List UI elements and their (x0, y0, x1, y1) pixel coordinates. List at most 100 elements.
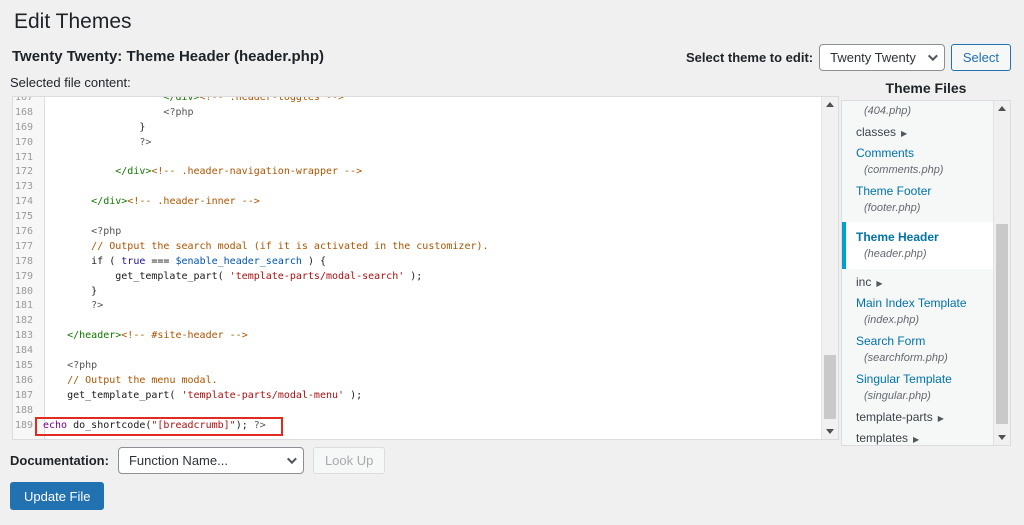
file-link[interactable]: Comments (842, 146, 994, 161)
line-number: 167 (13, 97, 39, 106)
line-number: 174 (13, 195, 39, 210)
scroll-down-arrow-icon[interactable] (822, 424, 838, 439)
code-line: 170 ?> (13, 136, 489, 151)
line-number: 187 (13, 389, 39, 404)
sidebar-item-inc[interactable]: inc▶ (842, 275, 994, 291)
theme-files-panel: (404.php) classes ▶ Comments (comments.php) T… (841, 100, 1011, 446)
file-link[interactable]: Singular Template (842, 372, 994, 387)
code-line: 180 } (13, 285, 489, 300)
update-file-button[interactable]: Update File (10, 482, 104, 510)
code-line: 184 (13, 344, 489, 359)
line-number: 173 (13, 180, 39, 195)
theme-files-list: (404.php) classes ▶ Comments (comments.php) T… (842, 101, 994, 445)
code-line: 178 if ( true === $enable_header_search … (13, 255, 489, 270)
select-theme-button[interactable]: Select (951, 44, 1011, 71)
scroll-up-arrow-icon[interactable] (994, 101, 1010, 116)
code-line: 186 // Output the menu modal. (13, 374, 489, 389)
line-number: 168 (13, 106, 39, 121)
code-line: 181 ?> (13, 299, 489, 314)
file-link[interactable]: Search Form (842, 334, 994, 349)
code-line: 175 (13, 210, 489, 225)
chevron-down-icon (287, 454, 297, 464)
edit-themes-screen: Edit Themes Twenty Twenty: Theme Header … (0, 0, 1024, 525)
theme-select-value: Twenty Twenty (830, 50, 916, 65)
line-number: 181 (13, 299, 39, 314)
line-number: 186 (13, 374, 39, 389)
scroll-up-arrow-icon[interactable] (822, 97, 838, 112)
code-scroll-area[interactable]: 167 </div><!-- .header-toggles -->168 <?… (13, 97, 821, 439)
file-name: (footer.php) (842, 201, 994, 216)
line-number: 178 (13, 255, 39, 270)
page-subtitle: Twenty Twenty: Theme Header (header.php) (12, 48, 324, 65)
theme-selector-row: Select theme to edit: Twenty Twenty Sele… (686, 44, 1011, 71)
folder-expand-arrow-icon: ▶ (938, 414, 944, 423)
line-number: 176 (13, 225, 39, 240)
documentation-select-dropdown[interactable]: Function Name... (118, 447, 304, 474)
code-line: 177 // Output the search modal (if it is… (13, 240, 489, 255)
chevron-down-icon (928, 51, 938, 61)
folder-expand-arrow-icon: ▶ (901, 129, 907, 138)
sidebar-item-theme-footer[interactable]: Theme Footer (footer.php) (842, 184, 994, 216)
line-number: 184 (13, 344, 39, 359)
theme-selector-label: Select theme to edit: (686, 50, 813, 65)
sidebar-item-main-index-template[interactable]: Main Index Template (index.php) (842, 296, 994, 328)
code-line: 169 } (13, 121, 489, 136)
code-lines: 167 </div><!-- .header-toggles -->168 <?… (13, 97, 489, 433)
documentation-row: Documentation: Function Name... Look Up (10, 447, 385, 474)
line-number: 171 (13, 151, 39, 166)
annotation-highlight (35, 417, 283, 436)
code-line: 185 <?php (13, 359, 489, 374)
line-number: 185 (13, 359, 39, 374)
file-name: (404.php) (842, 104, 994, 119)
code-line: 168 <?php (13, 106, 489, 121)
editor-scrollbar-thumb[interactable] (824, 355, 836, 419)
folder-expand-arrow-icon: ▶ (913, 435, 919, 444)
sidebar-item-comments[interactable]: Comments (comments.php) (842, 146, 994, 178)
theme-files-heading: Theme Files (841, 80, 1011, 96)
file-name: (header.php) (856, 247, 994, 262)
code-line: 174 </div><!-- .header-inner --> (13, 195, 489, 210)
sidebar-item-templates[interactable]: templates ▶ (842, 431, 994, 445)
code-line: 183 </header><!-- #site-header --> (13, 329, 489, 344)
selected-file-content-label: Selected file content: (10, 75, 131, 90)
code-line: 187 get_template_part( 'template-parts/m… (13, 389, 489, 404)
editor-scrollbar[interactable] (821, 97, 838, 439)
line-number: 177 (13, 240, 39, 255)
file-name: (searchform.php) (842, 351, 994, 366)
line-number: 183 (13, 329, 39, 344)
sidebar-scrollbar-thumb[interactable] (996, 224, 1008, 424)
page-title: Edit Themes (14, 10, 132, 34)
documentation-select-value: Function Name... (129, 453, 228, 468)
line-number: 182 (13, 314, 39, 329)
code-line: 167 </div><!-- .header-toggles --> (13, 97, 489, 106)
theme-select-dropdown[interactable]: Twenty Twenty (819, 44, 945, 71)
folder-expand-arrow-icon: ▶ (876, 279, 882, 288)
file-link[interactable]: Theme Header (856, 230, 994, 245)
file-link[interactable]: Main Index Template (842, 296, 994, 311)
lookup-button[interactable]: Look Up (313, 447, 385, 474)
code-line: 171 (13, 151, 489, 166)
file-name: (singular.php) (842, 389, 994, 404)
code-line: 176 <?php (13, 225, 489, 240)
code-editor[interactable]: 167 </div><!-- .header-toggles -->168 <?… (12, 96, 839, 440)
documentation-label: Documentation: (10, 453, 109, 468)
line-number: 175 (13, 210, 39, 225)
line-number: 179 (13, 270, 39, 285)
sidebar-item-classes[interactable]: classes ▶ (842, 125, 994, 141)
folder-label: template-parts (856, 410, 933, 424)
file-link[interactable]: Theme Footer (842, 184, 994, 199)
code-line: 173 (13, 180, 489, 195)
line-number: 170 (13, 136, 39, 151)
sidebar-item-theme-header[interactable]: Theme Header (header.php) (842, 222, 994, 269)
scroll-down-arrow-icon[interactable] (994, 430, 1010, 445)
sidebar-item-singular-template[interactable]: Singular Template (singular.php) (842, 372, 994, 404)
folder-label: templates (856, 431, 908, 445)
sidebar-item-template-parts[interactable]: template-parts ▶ (842, 410, 994, 426)
sidebar-item-search-form[interactable]: Search Form (searchform.php) (842, 334, 994, 366)
sidebar-scrollbar[interactable] (993, 101, 1010, 445)
folder-label: classes (856, 125, 896, 139)
line-number: 172 (13, 165, 39, 180)
sidebar-item--404-php-: (404.php) (842, 104, 994, 119)
file-name: (comments.php) (842, 163, 994, 178)
file-name: (index.php) (842, 313, 994, 328)
